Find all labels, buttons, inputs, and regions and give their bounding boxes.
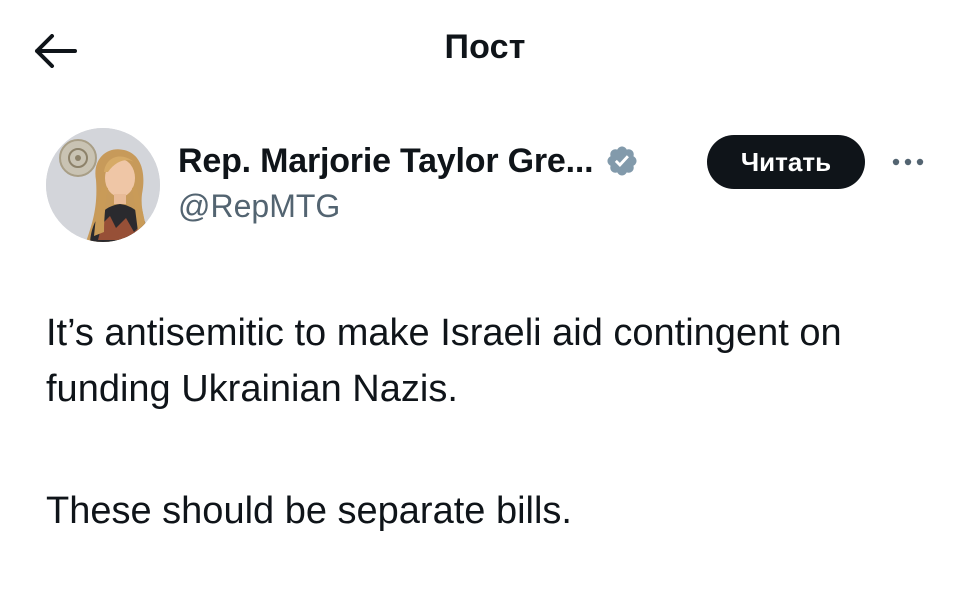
more-options-button[interactable] xyxy=(886,148,930,176)
post-text: It’s antisemitic to make Israeli aid con… xyxy=(46,305,946,539)
page-title: Пост xyxy=(444,28,526,66)
follow-button[interactable]: Читать xyxy=(707,135,865,189)
avatar[interactable] xyxy=(46,128,160,242)
top-navigation-bar: Пост xyxy=(0,0,970,100)
display-name-line: Rep. Marjorie Taylor Gre... xyxy=(178,138,639,184)
post-author-row: Rep. Marjorie Taylor Gre... @RepMTG Чита… xyxy=(46,128,926,242)
author-handle[interactable]: @RepMTG xyxy=(178,188,639,225)
post-paragraph: These should be separate bills. xyxy=(46,490,572,532)
author-name-block: Rep. Marjorie Taylor Gre... @RepMTG xyxy=(178,138,639,225)
avatar-image xyxy=(46,128,160,242)
author-display-name[interactable]: Rep. Marjorie Taylor Gre... xyxy=(178,142,594,181)
more-horizontal-icon xyxy=(892,158,924,166)
verified-badge-icon[interactable] xyxy=(605,144,639,178)
post-paragraph: It’s antisemitic to make Israeli aid con… xyxy=(46,312,842,410)
